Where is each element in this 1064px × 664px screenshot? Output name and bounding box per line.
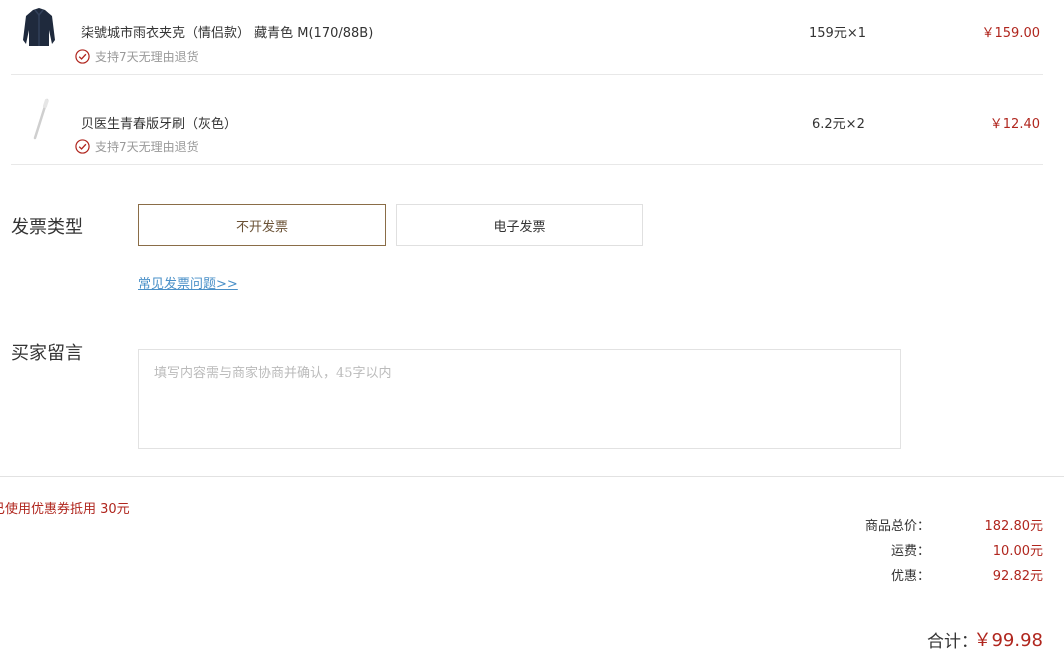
return-policy-text: 支持7天无理由退货 xyxy=(95,50,199,64)
discount-label: 优惠： xyxy=(890,569,930,584)
coupon-note: 已使用优惠券抵用 30元 xyxy=(0,502,130,517)
order-item-row: 贝医生青春版牙刷（灰色） 支持7天无理由退货 6.2元×2 ￥12.40 xyxy=(11,75,1043,165)
buyer-message-input[interactable] xyxy=(138,349,901,449)
buyer-message-title: 买家留言 xyxy=(11,343,83,364)
discount-value: 92.82元 xyxy=(992,569,1043,584)
goods-total-value: 182.80元 xyxy=(984,519,1044,534)
section-divider xyxy=(0,476,1064,477)
product-name[interactable]: 贝医生青春版牙刷（灰色） xyxy=(81,113,237,132)
jacket-image[interactable] xyxy=(19,6,59,50)
invoice-type-title: 发票类型 xyxy=(11,217,83,238)
item-amount: ￥12.40 xyxy=(989,117,1040,132)
total-label: 合计： xyxy=(927,632,978,652)
toothbrush-image[interactable] xyxy=(19,97,59,141)
e-invoice-button[interactable]: 电子发票 xyxy=(396,204,643,246)
check-circle-icon xyxy=(75,139,90,154)
shipping-value: 10.00元 xyxy=(992,544,1043,559)
total-value: ￥99.98 xyxy=(973,630,1043,651)
goods-total-label: 商品总价： xyxy=(864,519,930,534)
product-name[interactable]: 柒號城市雨衣夹克（情侣款） 藏青色 M(170/88B) xyxy=(81,22,373,41)
invoice-faq-link[interactable]: 常见发票问题>> xyxy=(138,273,238,292)
unit-price-qty: 6.2元×2 xyxy=(812,117,865,132)
item-amount: ￥159.00 xyxy=(981,26,1041,41)
unit-price-qty: 159元×1 xyxy=(809,26,866,41)
check-circle-icon xyxy=(75,49,90,64)
return-policy: 支持7天无理由退货 xyxy=(75,138,199,155)
no-invoice-button[interactable]: 不开发票 xyxy=(138,204,386,246)
return-policy: 支持7天无理由退货 xyxy=(75,48,199,65)
order-item-row: 柒號城市雨衣夹克（情侣款） 藏青色 M(170/88B) 支持7天无理由退货 1… xyxy=(11,0,1043,75)
return-policy-text: 支持7天无理由退货 xyxy=(95,140,199,154)
shipping-label: 运费： xyxy=(890,544,930,559)
